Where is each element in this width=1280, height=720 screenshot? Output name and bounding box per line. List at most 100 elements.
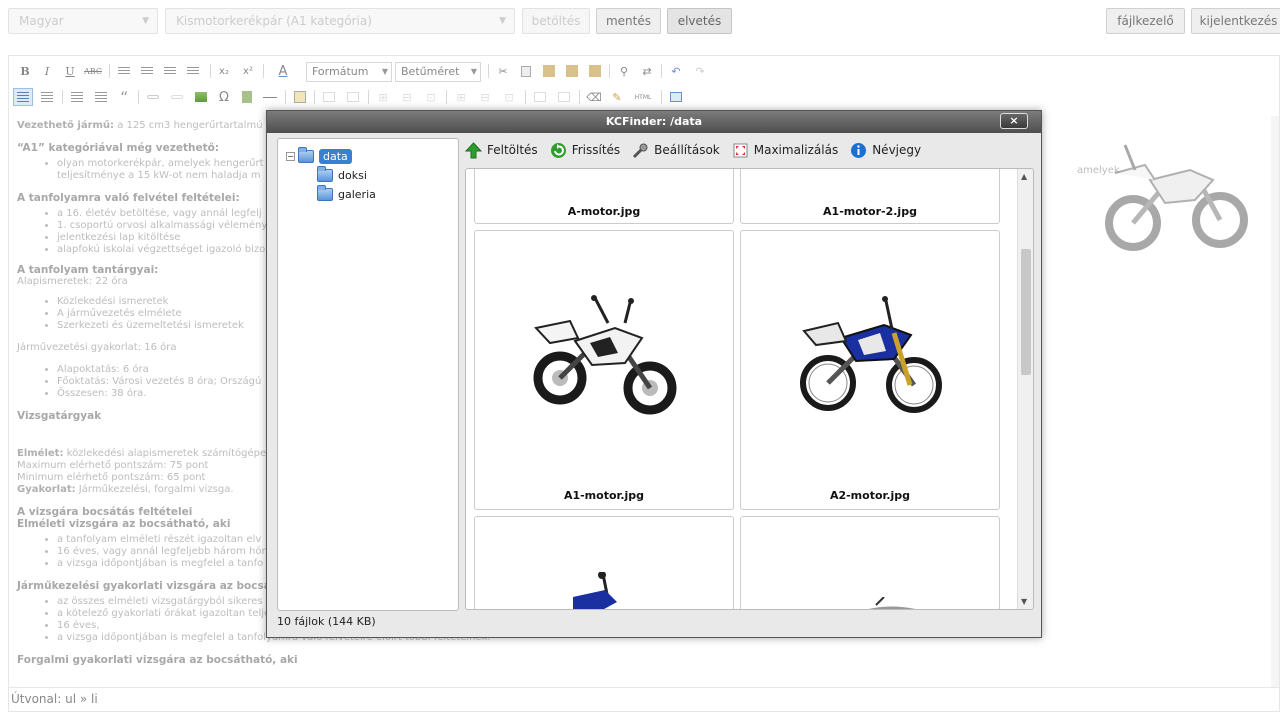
toolbar-separator — [314, 90, 315, 104]
subscript-button[interactable]: x₂ — [214, 62, 234, 80]
discard-button[interactable]: elvetés — [667, 8, 732, 34]
scroll-up-icon[interactable]: ▲ — [1021, 172, 1027, 181]
load-button[interactable]: betöltés — [522, 8, 590, 34]
horizontal-rule-icon[interactable] — [260, 88, 280, 106]
file-name: A1-motor.jpg — [563, 489, 645, 502]
align-justify-icon[interactable] — [183, 62, 203, 80]
file-tile[interactable]: A2-motor.jpg — [740, 230, 1000, 510]
copy-icon[interactable] — [516, 62, 536, 80]
toolbar-separator — [661, 90, 662, 104]
file-tile[interactable]: A1-motor-2.jpg — [740, 169, 1000, 224]
unlink-icon[interactable] — [167, 88, 187, 106]
category-select[interactable]: Kismotorkerékpár (A1 kategória) ▼ — [165, 8, 515, 34]
format-dropdown[interactable]: Formátum ▼ — [306, 62, 392, 82]
cleanup-icon[interactable]: ✎ — [607, 88, 627, 106]
blockquote-button[interactable]: “ — [114, 88, 134, 107]
insert-col-icon[interactable]: ⊞ — [451, 88, 471, 106]
scroll-down-icon[interactable]: ▼ — [1021, 597, 1027, 606]
language-select[interactable]: Magyar ▼ — [8, 8, 158, 34]
settings-button[interactable]: Beállítások — [632, 142, 720, 159]
top-bar: Magyar ▼ Kismotorkerékpár (A1 kategória)… — [0, 0, 1280, 44]
tree-node-galeria[interactable]: galeria — [317, 185, 376, 201]
file-tile[interactable] — [474, 516, 734, 609]
table-icon[interactable] — [237, 88, 257, 106]
maximize-button[interactable]: Maximalizálás — [732, 142, 838, 159]
merge-cells-icon[interactable]: ⊡ — [421, 88, 441, 106]
toolbar-separator — [579, 90, 580, 104]
find-icon[interactable]: ⚲ — [614, 62, 634, 80]
scrollbar-thumb[interactable] — [1021, 249, 1031, 375]
replace-icon[interactable]: ⇄ — [637, 62, 657, 80]
white-motorcycle-image — [533, 295, 677, 415]
table-row-icon[interactable] — [319, 88, 339, 106]
italic-button[interactable]: I — [37, 62, 57, 80]
split-cell-icon[interactable]: ⊡ — [499, 88, 519, 106]
toolbar-separator — [525, 90, 526, 104]
numbered-list-icon[interactable] — [37, 88, 57, 106]
dialog-titlebar[interactable]: KCFinder: /data × — [267, 111, 1041, 133]
paste-word-icon[interactable] — [585, 62, 605, 80]
file-tile[interactable] — [740, 516, 1000, 609]
paste-text-icon[interactable] — [562, 62, 582, 80]
outdent-icon[interactable] — [67, 88, 87, 106]
upload-arrow-icon — [465, 141, 482, 159]
cell-props-icon[interactable] — [554, 88, 574, 106]
underline-button[interactable]: U — [60, 62, 80, 80]
kcfinder-dialog: KCFinder: /data × − data doksi galeria F… — [266, 110, 1042, 638]
redo-icon[interactable]: ↷ — [690, 62, 710, 80]
strikethrough-button[interactable]: ABC — [83, 62, 103, 80]
file-manager-button[interactable]: fájlkezelő — [1106, 8, 1185, 34]
align-right-icon[interactable] — [160, 62, 180, 80]
toolbar-separator — [62, 90, 63, 104]
motorcycle-thumbnail — [573, 572, 617, 609]
fullscreen-icon[interactable] — [666, 88, 686, 106]
align-center-icon[interactable] — [137, 62, 157, 80]
tree-node-data[interactable]: − data — [286, 147, 352, 164]
folder-icon — [317, 185, 333, 201]
tree-node-doksi[interactable]: doksi — [317, 166, 367, 182]
file-grid: A-motor.jpg A1-motor-2.jpg A1-motor.jpg — [465, 168, 1034, 610]
refresh-button[interactable]: Frissítés — [550, 142, 620, 159]
text-color-button[interactable]: A — [268, 62, 298, 80]
align-left-icon[interactable] — [114, 62, 134, 80]
bulleted-list-icon[interactable] — [13, 88, 33, 106]
table-props-icon[interactable] — [530, 88, 550, 106]
delete-col-icon[interactable]: ⊟ — [475, 88, 495, 106]
html-source-button[interactable]: HTML — [630, 88, 656, 106]
chevron-down-icon: ▼ — [499, 16, 506, 26]
text: a 125 cm3 hengerűrtartalmú — [114, 120, 263, 131]
logout-button[interactable]: kijelentkezés — [1191, 8, 1280, 34]
editor-scrollbar[interactable] — [1271, 116, 1279, 689]
upload-label: Feltöltés — [487, 143, 538, 157]
table-col-icon[interactable] — [343, 88, 363, 106]
collapse-icon[interactable]: − — [286, 152, 295, 161]
special-char-button[interactable]: Ω — [214, 88, 234, 106]
format-dropdown-value: Formátum — [312, 65, 369, 78]
superscript-button[interactable]: x² — [238, 62, 258, 80]
language-select-value: Magyar — [19, 14, 64, 28]
paste-icon[interactable] — [539, 62, 559, 80]
bold-label: Vezethető jármű: — [17, 120, 115, 131]
file-tile[interactable]: A1-motor.jpg — [474, 230, 734, 510]
font-size-dropdown[interactable]: Betűméret ▼ — [395, 62, 481, 82]
undo-icon[interactable]: ↶ — [666, 62, 686, 80]
bold-button[interactable]: B — [15, 62, 35, 80]
save-button[interactable]: mentés — [596, 8, 661, 34]
file-tile[interactable]: A-motor.jpg — [474, 169, 734, 224]
file-name: A1-motor-2.jpg — [823, 205, 917, 218]
edit-icon[interactable] — [290, 88, 310, 106]
blue-motorcycle-image — [800, 296, 942, 413]
about-button[interactable]: Névjegy — [850, 142, 921, 159]
indent-icon[interactable] — [91, 88, 111, 106]
upload-button[interactable]: Feltöltés — [465, 141, 538, 159]
eraser-icon[interactable]: ⌫ — [584, 88, 604, 106]
file-name: A-motor.jpg — [567, 205, 641, 218]
delete-row-icon[interactable]: ⊟ — [397, 88, 417, 106]
cut-icon[interactable]: ✂ — [493, 62, 513, 80]
insert-row-icon[interactable]: ⊞ — [373, 88, 393, 106]
image-icon[interactable] — [191, 88, 211, 106]
file-grid-scrollbar[interactable]: ▲ ▼ — [1017, 169, 1033, 609]
close-button[interactable]: × — [1000, 113, 1028, 129]
link-icon[interactable] — [143, 88, 163, 106]
toolbar-separator — [446, 90, 447, 104]
